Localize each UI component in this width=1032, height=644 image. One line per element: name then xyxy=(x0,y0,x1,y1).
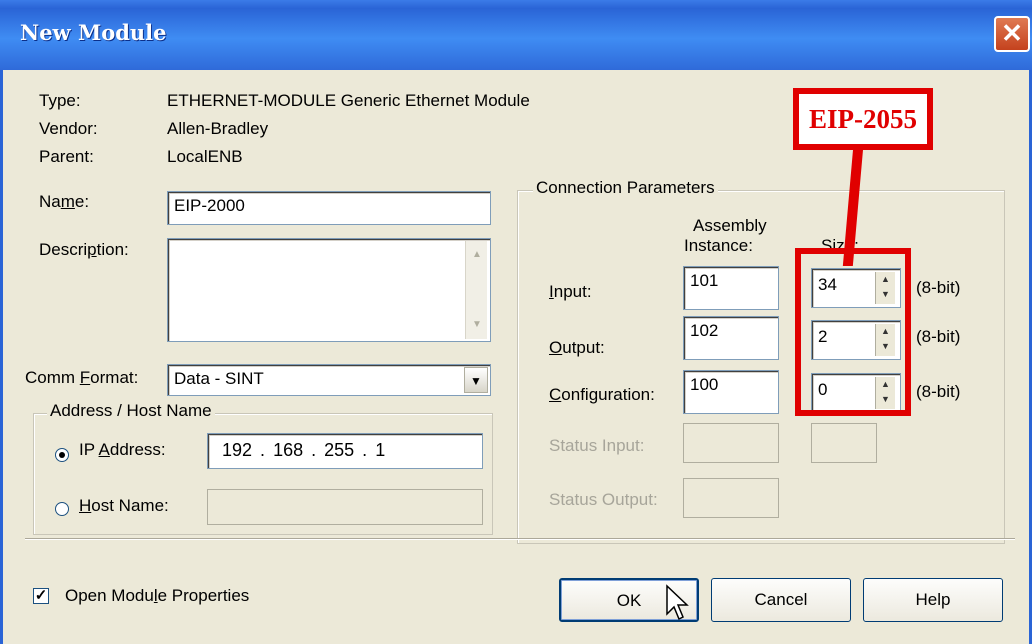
description-textarea[interactable] xyxy=(167,238,491,342)
output-label: Output: xyxy=(549,338,605,357)
name-input[interactable]: EIP-2000 xyxy=(167,191,491,225)
help-button[interactable]: Help xyxy=(863,578,1003,622)
scroll-up-icon[interactable]: ▲ xyxy=(472,249,482,260)
cancel-button[interactable]: Cancel xyxy=(711,578,851,622)
output-size-unit: (8-bit) xyxy=(916,327,961,346)
ip-octet-2: 168 xyxy=(273,440,304,460)
parent-label: Parent: xyxy=(39,147,94,166)
type-label: Type: xyxy=(39,91,81,110)
input-size-unit: (8-bit) xyxy=(916,278,961,297)
host-name-input[interactable] xyxy=(207,489,483,525)
open-module-properties-checkbox[interactable]: ✓ xyxy=(33,588,49,604)
connection-group-label: Connection Parameters xyxy=(533,178,718,198)
ip-octet-1: 192 xyxy=(222,440,253,460)
annotation-highlight-box xyxy=(795,248,911,416)
description-scrollbar[interactable]: ▲ ▼ xyxy=(465,241,487,339)
comm-format-value: Data - SINT xyxy=(174,369,264,388)
comm-format-label: Comm Format: xyxy=(25,368,139,387)
status-output-field xyxy=(683,478,779,518)
title-bar: New Module ✕ xyxy=(0,0,1032,70)
open-module-properties-label: Open Module Properties xyxy=(65,586,250,605)
configuration-label: Configuration: xyxy=(549,385,655,404)
status-input-size-field xyxy=(811,423,877,463)
divider xyxy=(25,538,1015,540)
input-label: Input: xyxy=(549,282,592,301)
ip-octet-3: 255 xyxy=(324,440,355,460)
address-group-label: Address / Host Name xyxy=(47,401,215,421)
output-instance-field[interactable]: 102 xyxy=(683,316,779,360)
annotation-label: EIP-2055 xyxy=(793,88,933,150)
mouse-pointer-icon xyxy=(666,584,689,621)
name-label: Name: xyxy=(39,192,90,211)
ip-address-label: IP Address: xyxy=(79,440,166,459)
status-input-field xyxy=(683,423,779,463)
comm-format-select[interactable]: Data - SINT ▼ xyxy=(167,364,491,396)
vendor-value: Allen-Bradley xyxy=(167,119,269,138)
status-output-label: Status Output: xyxy=(549,490,658,509)
scroll-down-icon[interactable]: ▼ xyxy=(472,319,482,330)
ip-octet-4: 1 xyxy=(375,440,386,460)
host-name-radio[interactable] xyxy=(55,502,69,516)
configuration-size-unit: (8-bit) xyxy=(916,382,961,401)
window-title: New Module xyxy=(20,20,167,45)
ip-address-input[interactable]: 192. 168. 255. 1 xyxy=(207,433,483,469)
close-icon[interactable]: ✕ xyxy=(994,16,1030,52)
assembly-header: Assembly xyxy=(693,216,767,235)
status-input-label: Status Input: xyxy=(549,436,645,455)
instance-header: Instance: xyxy=(684,236,753,255)
input-instance-field[interactable]: 101 xyxy=(683,266,779,310)
host-name-label: Host Name: xyxy=(79,496,169,515)
parent-value: LocalENB xyxy=(167,147,243,166)
type-value: ETHERNET-MODULE Generic Ethernet Module xyxy=(167,91,530,110)
description-label: Description: xyxy=(39,240,129,259)
configuration-instance-field[interactable]: 100 xyxy=(683,370,779,414)
chevron-down-icon[interactable]: ▼ xyxy=(464,367,488,393)
vendor-label: Vendor: xyxy=(39,119,98,138)
ip-address-radio[interactable] xyxy=(55,448,69,462)
